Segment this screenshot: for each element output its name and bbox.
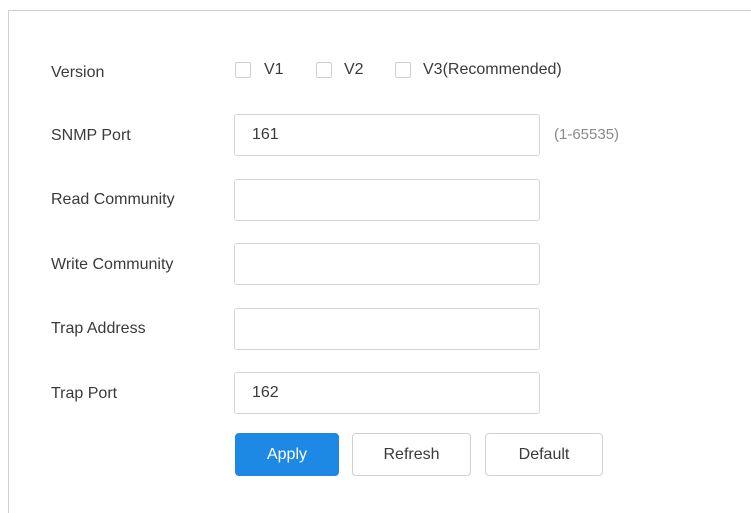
read-community-label: Read Community bbox=[51, 191, 175, 208]
version-v2-checkbox[interactable] bbox=[316, 62, 332, 78]
apply-button[interactable]: Apply bbox=[235, 433, 339, 476]
version-v2-label[interactable]: V2 bbox=[344, 60, 364, 80]
version-v3-checkbox[interactable] bbox=[395, 62, 411, 78]
trap-port-input[interactable] bbox=[234, 372, 540, 414]
version-v1-checkbox[interactable] bbox=[235, 62, 251, 78]
trap-address-label: Trap Address bbox=[51, 320, 146, 337]
read-community-input[interactable] bbox=[234, 179, 540, 221]
trap-port-label: Trap Port bbox=[51, 385, 118, 402]
snmp-port-input[interactable] bbox=[234, 114, 540, 156]
version-v3-label[interactable]: V3(Recommended) bbox=[423, 60, 562, 80]
version-label: Version bbox=[51, 64, 105, 81]
trap-address-input[interactable] bbox=[234, 308, 540, 350]
write-community-input[interactable] bbox=[234, 243, 540, 285]
default-button[interactable]: Default bbox=[485, 433, 603, 476]
refresh-button[interactable]: Refresh bbox=[352, 433, 471, 476]
version-v1-label[interactable]: V1 bbox=[264, 60, 284, 80]
snmp-port-label: SNMP Port bbox=[51, 127, 131, 144]
write-community-label: Write Community bbox=[51, 256, 174, 273]
snmp-port-range-hint: (1-65535) bbox=[554, 126, 620, 143]
